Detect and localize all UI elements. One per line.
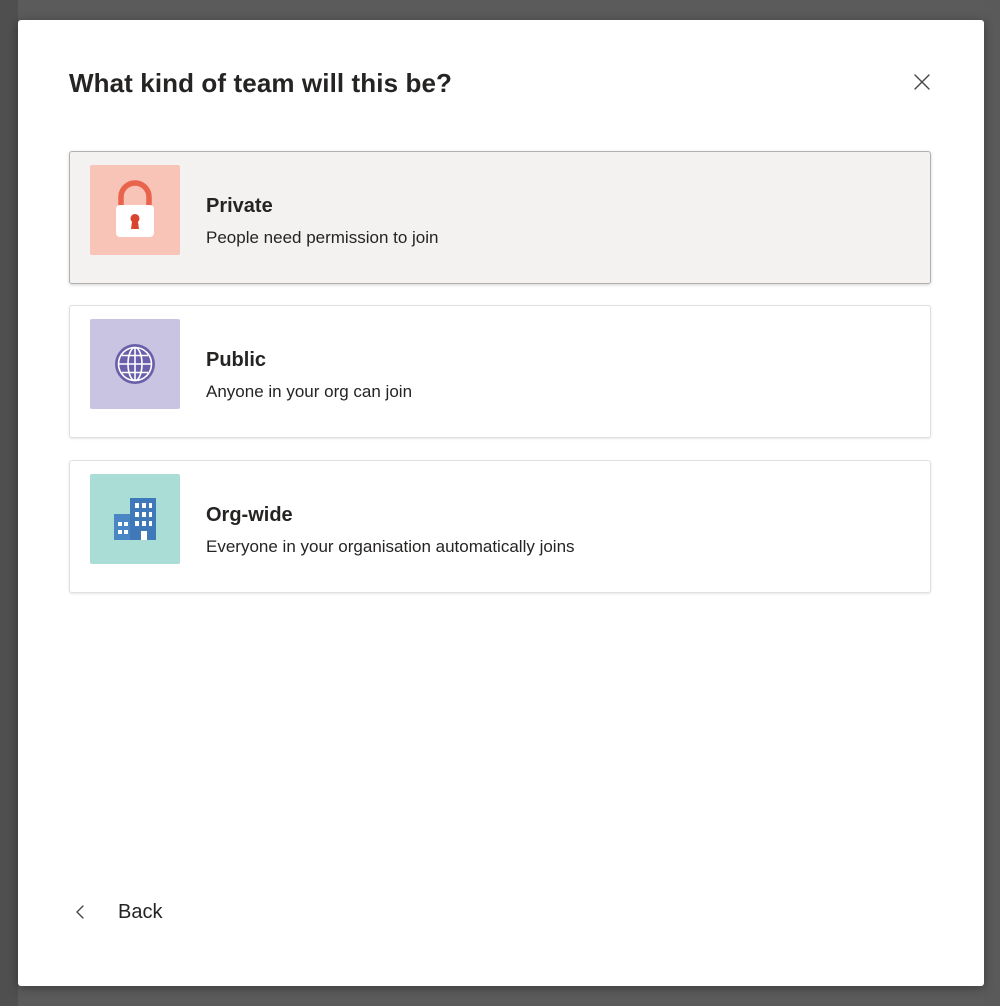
back-button[interactable]: Back: [74, 896, 162, 928]
team-type-dialog: What kind of team will this be? Private …: [18, 20, 984, 986]
option-public-description: Anyone in your org can join: [206, 382, 413, 401]
private-icon-tile: [90, 165, 180, 255]
dialog-title: What kind of team will this be?: [69, 68, 453, 98]
option-private-description: People need permission to join: [206, 228, 439, 247]
option-private[interactable]: Private People need permission to join: [69, 151, 931, 284]
back-label: Back: [118, 900, 163, 923]
option-public[interactable]: Public Anyone in your org can join: [69, 305, 931, 438]
option-public-title: Public: [206, 349, 267, 371]
lock-icon: [116, 180, 154, 237]
option-org-wide-title: Org-wide: [206, 504, 293, 526]
building-icon: [114, 498, 156, 540]
globe-icon: [115, 344, 155, 384]
background-app-left: [0, 0, 18, 1006]
close-icon: [914, 74, 930, 90]
background-app-right: [984, 0, 1000, 1006]
org-wide-icon-tile: [90, 474, 180, 564]
option-org-wide-description: Everyone in your organisation automatica…: [206, 537, 575, 556]
option-private-title: Private: [206, 195, 273, 217]
close-button[interactable]: [904, 64, 940, 100]
chevron-left-icon: [76, 905, 84, 919]
option-org-wide[interactable]: Org-wide Everyone in your organisation a…: [69, 460, 931, 593]
public-icon-tile: [90, 319, 180, 409]
